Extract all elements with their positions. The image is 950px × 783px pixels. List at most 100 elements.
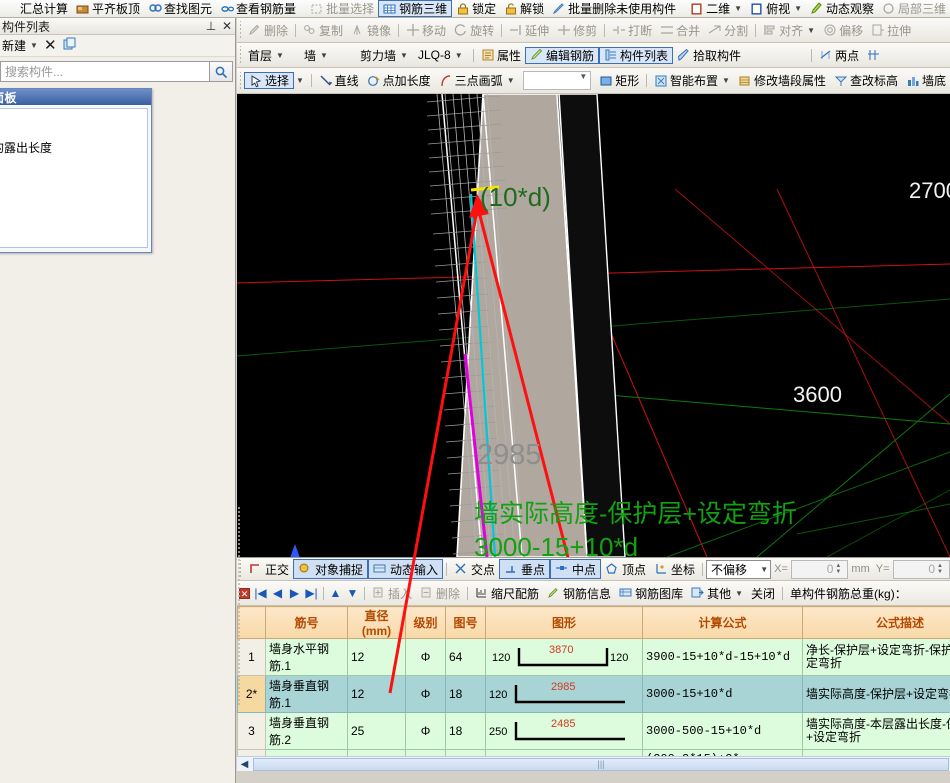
row-desc[interactable]: 墙实际高度-保护层+设定弯折 bbox=[803, 676, 950, 713]
toolbar-item-partial-3d[interactable]: 局部三维 bbox=[878, 0, 950, 17]
floor-selector[interactable]: 首层 ▼ bbox=[244, 47, 300, 64]
last-record-icon[interactable]: ▶| bbox=[303, 586, 320, 600]
edit-item-trim[interactable]: 修剪 bbox=[553, 22, 601, 39]
row-grade[interactable]: Φ bbox=[406, 639, 446, 676]
row-diameter[interactable]: 25 bbox=[348, 713, 406, 750]
copy-icon[interactable] bbox=[63, 37, 78, 55]
col-header-grade[interactable]: 级别 bbox=[406, 607, 446, 639]
row-shape[interactable]: 120 2985 bbox=[486, 676, 643, 713]
row-shape-no[interactable]: 64 bbox=[446, 639, 486, 676]
chevron-left-icon[interactable]: ◀ bbox=[237, 759, 252, 770]
close-rebar-panel-button[interactable]: 关闭 bbox=[747, 585, 779, 602]
snap-midpoint[interactable]: 中点 bbox=[550, 559, 601, 579]
col-header-diameter[interactable]: 直径(mm) bbox=[348, 607, 406, 639]
line-tool-button[interactable]: 直线 bbox=[315, 72, 363, 89]
search-input[interactable] bbox=[0, 61, 209, 82]
col-header-shape[interactable]: 图形 bbox=[486, 607, 643, 639]
delete-x-icon[interactable]: ✕ bbox=[44, 38, 57, 53]
edit-item-align[interactable]: 对齐 ▼ bbox=[759, 22, 819, 39]
scale-rebar-button[interactable]: 缩尺配筋 bbox=[471, 585, 543, 602]
row-rebar-name[interactable]: 墙身垂直钢筋.1 bbox=[266, 676, 348, 713]
chevron-down-icon[interactable]: ▼ bbox=[455, 51, 463, 60]
edit-item-rotate[interactable]: 旋转 bbox=[450, 22, 498, 39]
cad-viewport[interactable]: Y X Z (10*d) 2985 墙实际高度-保护层+设定弯折 3000-15… bbox=[237, 94, 950, 557]
move-up-icon[interactable]: ▲ bbox=[327, 586, 344, 600]
modify-wall-button[interactable]: 修改墙段属性 bbox=[734, 72, 830, 89]
toolbar-item-orbit[interactable]: 动态观察 bbox=[806, 0, 878, 17]
two-point-button[interactable]: 两点 bbox=[815, 47, 863, 64]
table-row[interactable]: 2* 墙身垂直钢筋.1 12 Φ 18 120 2985 bbox=[238, 676, 950, 713]
row-grade[interactable]: Φ bbox=[406, 713, 446, 750]
spinner-icon[interactable]: ▲▼ bbox=[937, 563, 947, 575]
panel-grip-vertical[interactable] bbox=[237, 506, 241, 706]
smart-layout-button[interactable]: 智能布置 ▼ bbox=[650, 72, 734, 89]
edit-rebar-button[interactable]: 编辑钢筋 bbox=[525, 47, 599, 64]
toolbar-item-batch-select[interactable]: 批量选择 bbox=[306, 0, 378, 17]
y-coordinate-input[interactable]: 0 ▲▼ bbox=[893, 560, 950, 579]
row-shape[interactable]: 250 2485 bbox=[486, 713, 643, 750]
row-formula[interactable]: 3900-15+10*d-15+10*d bbox=[643, 639, 803, 676]
edit-item-stretch[interactable]: 拉伸 bbox=[867, 22, 915, 39]
chevron-down-icon[interactable]: ▼ bbox=[30, 41, 38, 50]
point-length-tool-button[interactable]: 点加长度 bbox=[363, 72, 435, 89]
row-shape[interactable]: 120 3870 120 bbox=[486, 639, 643, 676]
chevron-down-icon[interactable]: ▼ bbox=[320, 51, 328, 60]
row-formula[interactable]: 3000-15+10*d bbox=[643, 676, 803, 713]
three-point-arc-tool-button[interactable]: 三点画弧 ▼ bbox=[435, 72, 519, 89]
row-grade[interactable]: Φ bbox=[406, 676, 446, 713]
check-elevation-button[interactable]: 查改标高 bbox=[830, 72, 902, 89]
col-header-shape-no[interactable]: 图号 bbox=[446, 607, 486, 639]
toolbar-item-calculate[interactable]: 汇总计算 bbox=[0, 0, 72, 17]
new-member-button[interactable]: 新建 ▼ bbox=[2, 37, 38, 54]
row-formula[interactable]: 3000-500-15+10*d bbox=[643, 713, 803, 750]
edit-item-mirror[interactable]: 镜像 bbox=[347, 22, 395, 39]
row-rebar-name[interactable]: 墙身垂直钢筋.2 bbox=[266, 713, 348, 750]
edit-item-extend[interactable]: 延伸 bbox=[505, 22, 553, 39]
chevron-down-icon[interactable]: ▼ bbox=[735, 589, 743, 598]
spinner-icon[interactable]: ▲▼ bbox=[835, 563, 845, 575]
chevron-down-icon[interactable]: ▼ bbox=[276, 51, 284, 60]
snap-vertex[interactable]: 顶点 bbox=[601, 559, 650, 579]
pick-member-button[interactable]: 拾取构件 bbox=[673, 47, 745, 64]
col-header-name[interactable]: 筋号 bbox=[266, 607, 348, 639]
rebar-library-button[interactable]: 钢筋图库 bbox=[615, 585, 687, 602]
col-header-formula[interactable]: 计算公式 bbox=[643, 607, 803, 639]
scrollbar-thumb[interactable]: ||| bbox=[253, 758, 949, 771]
toolbar-item-view-2d[interactable]: 二维 ▼ bbox=[686, 0, 746, 17]
col-header-desc[interactable]: 公式描述 bbox=[803, 607, 950, 639]
snap-dynamic-input[interactable]: 动态输入 bbox=[368, 559, 443, 579]
chevron-down-icon[interactable]: ▼ bbox=[734, 4, 742, 13]
x-coordinate-input[interactable]: 0 ▲▼ bbox=[791, 560, 849, 579]
snap-object-snap[interactable]: 对象捕捉 bbox=[293, 559, 368, 579]
table-horizontal-scrollbar[interactable]: ◀ ||| bbox=[237, 756, 950, 771]
prev-record-icon[interactable]: ◀ bbox=[269, 586, 286, 600]
table-row[interactable]: 1 墙身水平钢筋.1 12 Φ 64 120 3870 bbox=[238, 639, 950, 676]
first-record-icon[interactable]: |◀ bbox=[252, 586, 269, 600]
draw-option-dropdown[interactable]: ▼ bbox=[523, 71, 592, 90]
chevron-down-icon[interactable]: ▼ bbox=[722, 76, 730, 85]
chevron-down-icon[interactable]: ▼ bbox=[807, 26, 815, 35]
chevron-down-icon[interactable]: ▼ bbox=[760, 565, 768, 574]
select-tool-button[interactable]: 选择 bbox=[244, 72, 294, 89]
row-rebar-name[interactable]: 墙身水平钢筋.1 bbox=[266, 639, 348, 676]
edit-item-break[interactable]: 打断 bbox=[608, 22, 656, 39]
toolbar-item-find-element[interactable]: 查找图元 bbox=[144, 0, 216, 17]
next-record-icon[interactable]: ▶ bbox=[286, 586, 303, 600]
rebar-info-button[interactable]: 钢筋信息 bbox=[543, 585, 615, 602]
member-selector[interactable]: JLQ-8 ▼ bbox=[414, 47, 470, 64]
edit-item-move[interactable]: 移动 bbox=[402, 22, 450, 39]
search-button[interactable] bbox=[209, 61, 233, 82]
move-down-icon[interactable]: ▼ bbox=[344, 586, 361, 600]
snap-ortho[interactable]: 正交 bbox=[244, 559, 293, 579]
col-header-blank[interactable] bbox=[238, 607, 266, 639]
wall-bottom-button[interactable]: 墙底 bbox=[902, 72, 950, 89]
properties-button[interactable]: 属性 bbox=[477, 47, 525, 64]
row-desc[interactable]: 墙实际高度-本层露出长度-保护层+设定弯折 bbox=[803, 713, 950, 750]
toolbar-grip[interactable] bbox=[237, 21, 244, 39]
member-list-button[interactable]: 构件列表 bbox=[599, 47, 673, 64]
close-icon[interactable]: ✕ bbox=[219, 19, 235, 33]
toolbar-item-view-rebar-qty[interactable]: 查看钢筋量 bbox=[216, 0, 300, 17]
other-menu-button[interactable]: 其他 ▼ bbox=[687, 585, 747, 602]
chevron-down-icon[interactable]: ▼ bbox=[296, 76, 304, 85]
offset-mode-select[interactable]: 不偏移 ▼ bbox=[706, 560, 771, 579]
